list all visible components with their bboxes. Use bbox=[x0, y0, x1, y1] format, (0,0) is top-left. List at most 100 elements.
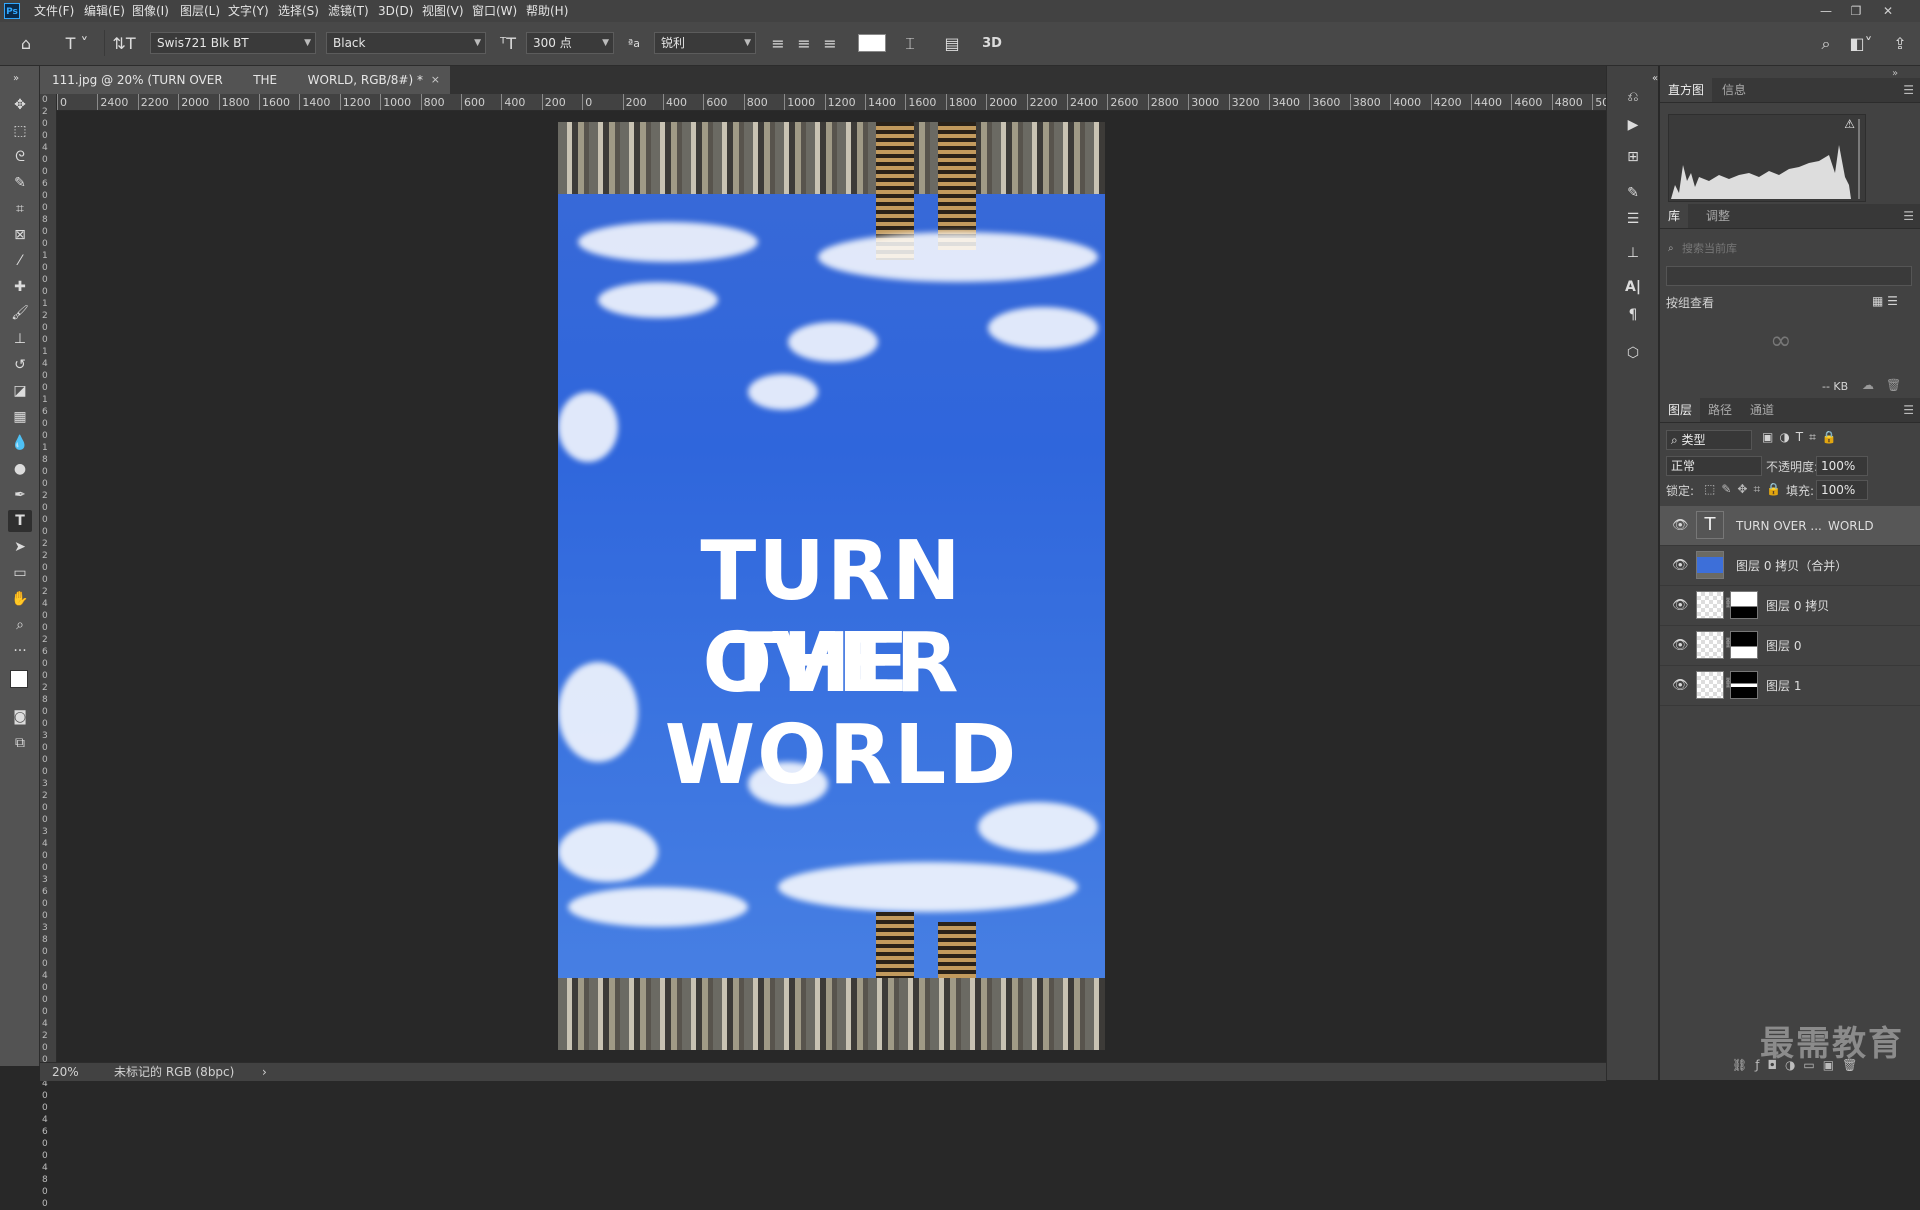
character-panel-icon[interactable]: ▤ bbox=[940, 32, 964, 56]
trash-icon[interactable]: 🗑 bbox=[1886, 378, 1901, 392]
view-by-group[interactable]: 按组查看 bbox=[1666, 294, 1714, 311]
history-brush-tool-icon[interactable]: ↺ bbox=[8, 354, 32, 376]
gradient-tool-icon[interactable]: ▦ bbox=[8, 406, 32, 428]
eraser-tool-icon[interactable]: ◪ bbox=[8, 380, 32, 402]
panel-menu-icon[interactable]: ☰ bbox=[1903, 398, 1914, 422]
menu-image[interactable]: 图像(I) bbox=[128, 0, 173, 22]
foreground-color-swatch[interactable] bbox=[10, 670, 28, 688]
text-orientation-icon[interactable]: ⇅T bbox=[112, 32, 136, 56]
screen-mode-icon[interactable]: ⧉ bbox=[8, 732, 32, 754]
restore-button[interactable]: ❐ bbox=[1842, 0, 1870, 22]
layer-mask-thumbnail[interactable] bbox=[1730, 671, 1758, 699]
warp-text-icon[interactable]: ⌶ bbox=[898, 32, 922, 56]
healing-brush-tool-icon[interactable]: ✚ bbox=[8, 276, 32, 298]
align-right-icon[interactable]: ≡ bbox=[818, 32, 842, 56]
warning-icon[interactable]: ⚠ bbox=[1844, 117, 1855, 131]
quick-selection-tool-icon[interactable]: ✎ bbox=[8, 172, 32, 194]
align-left-icon[interactable]: ≡ bbox=[766, 32, 790, 56]
quick-mask-icon[interactable]: ◙ bbox=[8, 706, 32, 728]
frame-tool-icon[interactable]: ⊠ bbox=[8, 224, 32, 246]
tab-info[interactable]: 信息 bbox=[1714, 78, 1754, 102]
font-size-select[interactable]: 300 点 ▼ bbox=[526, 32, 614, 54]
3d-button[interactable]: 3D bbox=[980, 32, 1004, 56]
menu-window[interactable]: 窗口(W) bbox=[468, 0, 521, 22]
crop-tool-icon[interactable]: ⌗ bbox=[8, 198, 32, 220]
panel-menu-icon[interactable]: ☰ bbox=[1903, 78, 1914, 102]
tab-channels[interactable]: 通道 bbox=[1742, 398, 1782, 422]
eye-icon[interactable]: 👁 bbox=[1672, 638, 1689, 654]
workspace-icon[interactable]: ◧˅ bbox=[1844, 32, 1878, 56]
vertical-ruler[interactable]: 0 2 0 0 4 0 0 6 0 0 8 0 0 1 0 0 0 1 2 0 … bbox=[40, 94, 57, 1209]
layer-filter-select[interactable]: ⌕ 类型 bbox=[1666, 430, 1752, 450]
layer-row[interactable]: 👁 ⛓ 图层 1 bbox=[1660, 666, 1920, 706]
document-tab[interactable]: 111.jpg @ 20% (TURN OVER THE WORLD, RGB/… bbox=[40, 66, 450, 94]
eye-icon[interactable]: 👁 bbox=[1672, 518, 1689, 534]
pen-tool-icon[interactable]: ✒ bbox=[8, 484, 32, 506]
tab-adjustments[interactable]: 调整 bbox=[1698, 204, 1738, 228]
tab-libraries[interactable]: 库 bbox=[1660, 204, 1689, 228]
clone-source-icon[interactable]: ⊥ bbox=[1621, 242, 1645, 264]
align-center-icon[interactable]: ≡ bbox=[792, 32, 816, 56]
move-tool-icon[interactable]: ✥ bbox=[8, 94, 32, 116]
menu-3d[interactable]: 3D(D) bbox=[374, 0, 417, 22]
rectangle-tool-icon[interactable]: ▭ bbox=[8, 562, 32, 584]
layer-row-text[interactable]: 👁 T TURN OVER ... WORLD bbox=[1660, 506, 1920, 546]
tab-layers[interactable]: 图层 bbox=[1660, 398, 1701, 422]
menu-view[interactable]: 视图(V) bbox=[418, 0, 468, 22]
eye-icon[interactable]: 👁 bbox=[1672, 558, 1689, 574]
font-family-select[interactable]: Swis721 Blk BT ▼ bbox=[150, 32, 316, 54]
type-tool-icon[interactable]: T bbox=[8, 510, 32, 532]
layer-mask-thumbnail[interactable] bbox=[1730, 591, 1758, 619]
hand-tool-icon[interactable]: ✋ bbox=[8, 588, 32, 610]
zoom-level[interactable]: 20% bbox=[52, 1063, 79, 1081]
clone-stamp-tool-icon[interactable]: ⊥ bbox=[8, 328, 32, 350]
document-image[interactable]: TURN OVER THE WORLD bbox=[558, 122, 1105, 1050]
close-tab-icon[interactable]: × bbox=[431, 66, 440, 94]
share-icon[interactable]: ⇪ bbox=[1888, 32, 1912, 56]
eye-icon[interactable]: 👁 bbox=[1672, 598, 1689, 614]
brush-tool-icon[interactable]: 🖌 bbox=[8, 302, 32, 324]
grid-view-icon[interactable]: ▦ ☰ bbox=[1872, 294, 1898, 308]
marquee-tool-icon[interactable]: ⬚ bbox=[8, 120, 32, 142]
lasso-tool-icon[interactable]: ᘓ bbox=[8, 146, 32, 168]
eyedropper-tool-icon[interactable]: ⁄ bbox=[8, 250, 32, 272]
3d-panel-icon[interactable]: ⬡ bbox=[1621, 342, 1645, 364]
brush-settings-icon[interactable]: ✎ bbox=[1621, 182, 1645, 204]
menu-help[interactable]: 帮助(H) bbox=[522, 0, 572, 22]
layer-filter-icons[interactable]: ▣◑T⌗🔒 bbox=[1762, 430, 1843, 445]
close-window-button[interactable]: ✕ bbox=[1874, 0, 1902, 22]
status-menu-arrow[interactable]: › bbox=[262, 1063, 267, 1081]
font-style-select[interactable]: Black ▼ bbox=[326, 32, 486, 54]
fill-input[interactable]: 100% bbox=[1816, 480, 1868, 500]
panel-menu-icon[interactable]: ☰ bbox=[1903, 204, 1914, 228]
character-panel-icon[interactable]: A| bbox=[1621, 276, 1645, 298]
actions-panel-icon[interactable]: ▶ bbox=[1621, 114, 1645, 136]
home-icon[interactable]: ⌂ bbox=[14, 32, 38, 56]
text-color-swatch[interactable] bbox=[858, 34, 886, 52]
lock-icons[interactable]: ⬚✎✥⌗🔒 bbox=[1704, 482, 1787, 497]
menu-layer[interactable]: 图层(L) bbox=[176, 0, 224, 22]
tab-histogram[interactable]: 直方图 bbox=[1660, 78, 1713, 102]
blend-mode-select[interactable]: 正常 bbox=[1666, 456, 1762, 476]
history-panel-icon[interactable]: ⎌ bbox=[1621, 86, 1645, 108]
horizontal-ruler[interactable]: 0 2400 2200 2000 1800 1600 1400 1200 1000 800 600 4… bbox=[56, 94, 1606, 111]
type-tool-preset-icon[interactable]: T ˅ bbox=[60, 32, 94, 56]
properties-panel-icon[interactable]: ⊞ bbox=[1621, 146, 1645, 168]
zoom-tool-icon[interactable]: ⌕ bbox=[8, 614, 32, 636]
layer-row[interactable]: 👁 图层 0 拷贝（合并） bbox=[1660, 546, 1920, 586]
cloud-sync-icon[interactable]: ☁ bbox=[1862, 378, 1874, 392]
layer-mask-thumbnail[interactable] bbox=[1730, 631, 1758, 659]
minimize-button[interactable]: — bbox=[1812, 0, 1840, 22]
menu-select[interactable]: 选择(S) bbox=[274, 0, 323, 22]
layer-row[interactable]: 👁 ⛓ 图层 0 拷贝 bbox=[1660, 586, 1920, 626]
menu-file[interactable]: 文件(F) bbox=[30, 0, 78, 22]
opacity-input[interactable]: 100% bbox=[1816, 456, 1868, 476]
library-select[interactable] bbox=[1666, 266, 1912, 286]
menu-edit[interactable]: 编辑(E) bbox=[80, 0, 129, 22]
search-icon[interactable]: ⌕ bbox=[1814, 32, 1838, 56]
dodge-tool-icon[interactable]: ● bbox=[8, 458, 32, 480]
antialias-select[interactable]: 锐利 ▼ bbox=[654, 32, 756, 54]
blur-tool-icon[interactable]: 💧 bbox=[8, 432, 32, 454]
collapse-toolbar-icon[interactable]: » bbox=[4, 68, 28, 90]
brushes-panel-icon[interactable]: ☰ bbox=[1621, 208, 1645, 230]
